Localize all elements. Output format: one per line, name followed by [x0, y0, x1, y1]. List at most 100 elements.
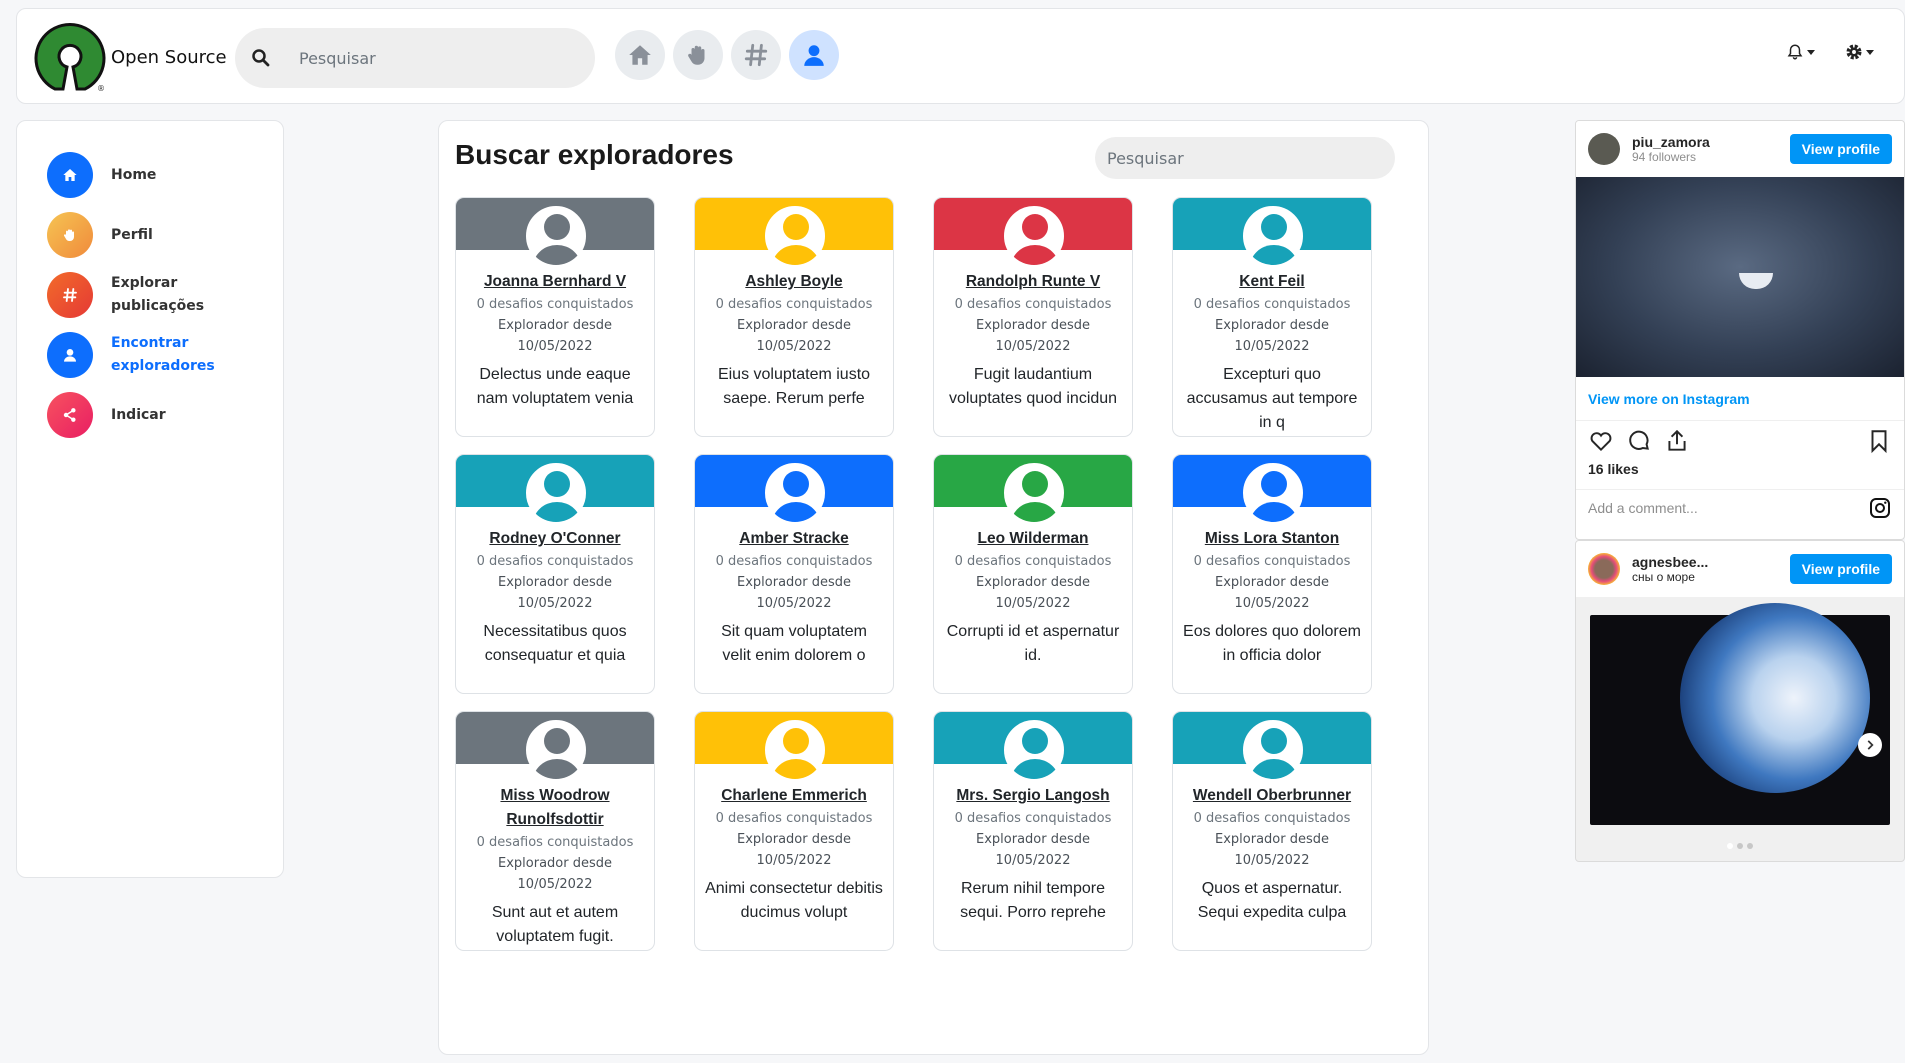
explorer-name[interactable]: Mrs. Sergio Langosh	[934, 784, 1132, 808]
explorer-card[interactable]: Charlene Emmerich 0 desafios conquistados…	[694, 711, 894, 951]
explorer-since-label: Explorador desde	[737, 832, 851, 847]
explorer-name[interactable]: Wendell Oberbrunner	[1173, 784, 1371, 808]
instagram-post-image[interactable]	[1590, 603, 1890, 825]
explorer-name[interactable]: Miss Lora Stanton	[1173, 527, 1371, 551]
explorer-name[interactable]: Amber Stracke	[695, 527, 893, 551]
instagram-username[interactable]: agnesbee...	[1632, 554, 1790, 570]
explorer-card[interactable]: Joanna Bernhard V 0 desafios conquistados…	[455, 197, 655, 437]
explorer-name[interactable]: Kent Feil	[1173, 270, 1371, 294]
header-nav	[615, 30, 839, 80]
explorer-since-date: 10/05/2022	[995, 339, 1071, 354]
user-avatar-icon	[772, 214, 820, 265]
avatar[interactable]	[1243, 206, 1303, 266]
user-avatar-icon	[533, 214, 581, 265]
next-slide-button[interactable]	[1858, 733, 1882, 757]
nav-home-button[interactable]	[615, 30, 665, 80]
challenges-count: 0 desafios conquistados	[715, 297, 873, 312]
explorer-card[interactable]: Ashley Boyle 0 desafios conquistados Explo…	[694, 197, 894, 437]
sidebar-item-indicar[interactable]: Indicar	[17, 385, 283, 445]
nav-find-explorers-button[interactable]	[789, 30, 839, 80]
nav-profile-button[interactable]	[673, 30, 723, 80]
explorer-search-input[interactable]	[1095, 137, 1395, 179]
explorer-card[interactable]: Amber Stracke 0 desafios conquistados Expl…	[694, 454, 894, 694]
brand[interactable]: ® Open Source	[33, 21, 227, 93]
explorer-card[interactable]: Leo Wilderman 0 desafios conquistados Expl…	[933, 454, 1133, 694]
carousel-dots	[1576, 843, 1904, 849]
add-comment-field[interactable]: Add a comment...	[1576, 489, 1904, 525]
explorer-name[interactable]: Charlene Emmerich	[695, 784, 893, 808]
explorer-name[interactable]: Joanna Bernhard V	[456, 270, 654, 294]
explorer-card[interactable]: Mrs. Sergio Langosh 0 desafios conquistad…	[933, 711, 1133, 951]
view-profile-button[interactable]: View profile	[1789, 134, 1892, 164]
gear-icon	[1846, 44, 1862, 60]
avatar[interactable]	[1004, 206, 1064, 266]
explorer-since-date: 10/05/2022	[1234, 339, 1310, 354]
sidebar-item-encontrar[interactable]: Encontrar exploradores	[17, 325, 283, 385]
explorer-card[interactable]: Rodney O'Conner 0 desafios conquistados Ex…	[455, 454, 655, 694]
explorer-since-label: Explorador desde	[1215, 832, 1329, 847]
instagram-username[interactable]: piu_zamora	[1632, 134, 1790, 150]
explorer-since-label: Explorador desde	[737, 575, 851, 590]
avatar[interactable]	[1004, 463, 1064, 523]
instagram-followers: 94 followers	[1632, 150, 1697, 164]
explorer-description: Animi consectetur debitis ducimus volupt	[705, 880, 883, 921]
moon-shape	[1739, 273, 1773, 289]
avatar[interactable]	[1004, 720, 1064, 780]
avatar[interactable]	[526, 720, 586, 780]
sidebar-item-label: Home	[111, 166, 157, 183]
avatar[interactable]	[1243, 720, 1303, 780]
chevron-right-icon	[1867, 740, 1874, 750]
avatar[interactable]	[765, 720, 825, 780]
comment-icon[interactable]	[1626, 428, 1652, 454]
bookmark-icon[interactable]	[1866, 428, 1892, 454]
explorer-name[interactable]: Miss Woodrow Runolfsdottir	[456, 784, 654, 832]
explorer-name[interactable]: Randolph Runte V	[934, 270, 1132, 294]
sidebar-item-perfil[interactable]: Perfil	[17, 205, 283, 265]
share-icon[interactable]	[1664, 428, 1690, 454]
explorer-since-label: Explorador desde	[976, 318, 1090, 333]
explorer-card[interactable]: Miss Woodrow Runolfsdottir 0 desafios con…	[455, 711, 655, 951]
avatar[interactable]	[526, 463, 586, 523]
heart-icon[interactable]	[1588, 428, 1614, 454]
avatar[interactable]	[526, 206, 586, 266]
sidebar-item-label: Explorar publicações	[111, 275, 205, 314]
user-avatar-icon	[533, 728, 581, 779]
avatar[interactable]	[765, 206, 825, 266]
avatar[interactable]	[1588, 553, 1620, 585]
avatar[interactable]	[1243, 463, 1303, 523]
explorer-since-label: Explorador desde	[1215, 575, 1329, 590]
challenges-count: 0 desafios conquistados	[476, 554, 634, 569]
explorer-name[interactable]: Leo Wilderman	[934, 527, 1132, 551]
instagram-header: piu_zamora 94 followers View profile	[1576, 121, 1904, 177]
explorer-card[interactable]: Miss Lora Stanton 0 desafios conquistados…	[1172, 454, 1372, 694]
share-icon	[63, 408, 76, 422]
view-more-link[interactable]: View more on Instagram	[1576, 377, 1904, 421]
explorer-grid: Joanna Bernhard V 0 desafios conquistados…	[455, 197, 1372, 951]
explorer-card[interactable]: Wendell Oberbrunner 0 desafios conquistad…	[1172, 711, 1372, 951]
explorer-card[interactable]: Kent Feil 0 desafios conquistados Explorad…	[1172, 197, 1372, 437]
user-icon	[804, 45, 824, 66]
view-profile-button[interactable]: View profile	[1789, 554, 1892, 584]
sidebar-item-explorar[interactable]: Explorar publicações	[17, 265, 283, 325]
instagram-user: piu_zamora 94 followers	[1632, 134, 1790, 164]
instagram-icon[interactable]	[1868, 496, 1892, 520]
explorer-name[interactable]: Ashley Boyle	[695, 270, 893, 294]
explorer-since-date: 10/05/2022	[995, 853, 1071, 868]
nav-explore-button[interactable]	[731, 30, 781, 80]
explorer-name[interactable]: Rodney O'Conner	[456, 527, 654, 551]
instagram-post-image[interactable]	[1576, 177, 1904, 377]
chevron-down-icon	[1807, 49, 1815, 55]
challenges-count: 0 desafios conquistados	[1193, 554, 1351, 569]
sidebar-item-home[interactable]: Home	[17, 145, 283, 205]
header-search-input[interactable]	[299, 48, 559, 68]
explorer-since-label: Explorador desde	[498, 318, 612, 333]
avatar[interactable]	[1588, 133, 1620, 165]
sidebar-icon-bg	[47, 332, 93, 378]
user-avatar-icon	[1011, 471, 1059, 522]
instagram-embed-2: agnesbee... сны о море View profile	[1575, 540, 1905, 862]
notifications-dropdown[interactable]	[1786, 43, 1815, 61]
explorer-since-date: 10/05/2022	[517, 339, 593, 354]
avatar[interactable]	[765, 463, 825, 523]
explorer-card[interactable]: Randolph Runte V 0 desafios conquistados E…	[933, 197, 1133, 437]
settings-dropdown[interactable]	[1845, 43, 1874, 61]
